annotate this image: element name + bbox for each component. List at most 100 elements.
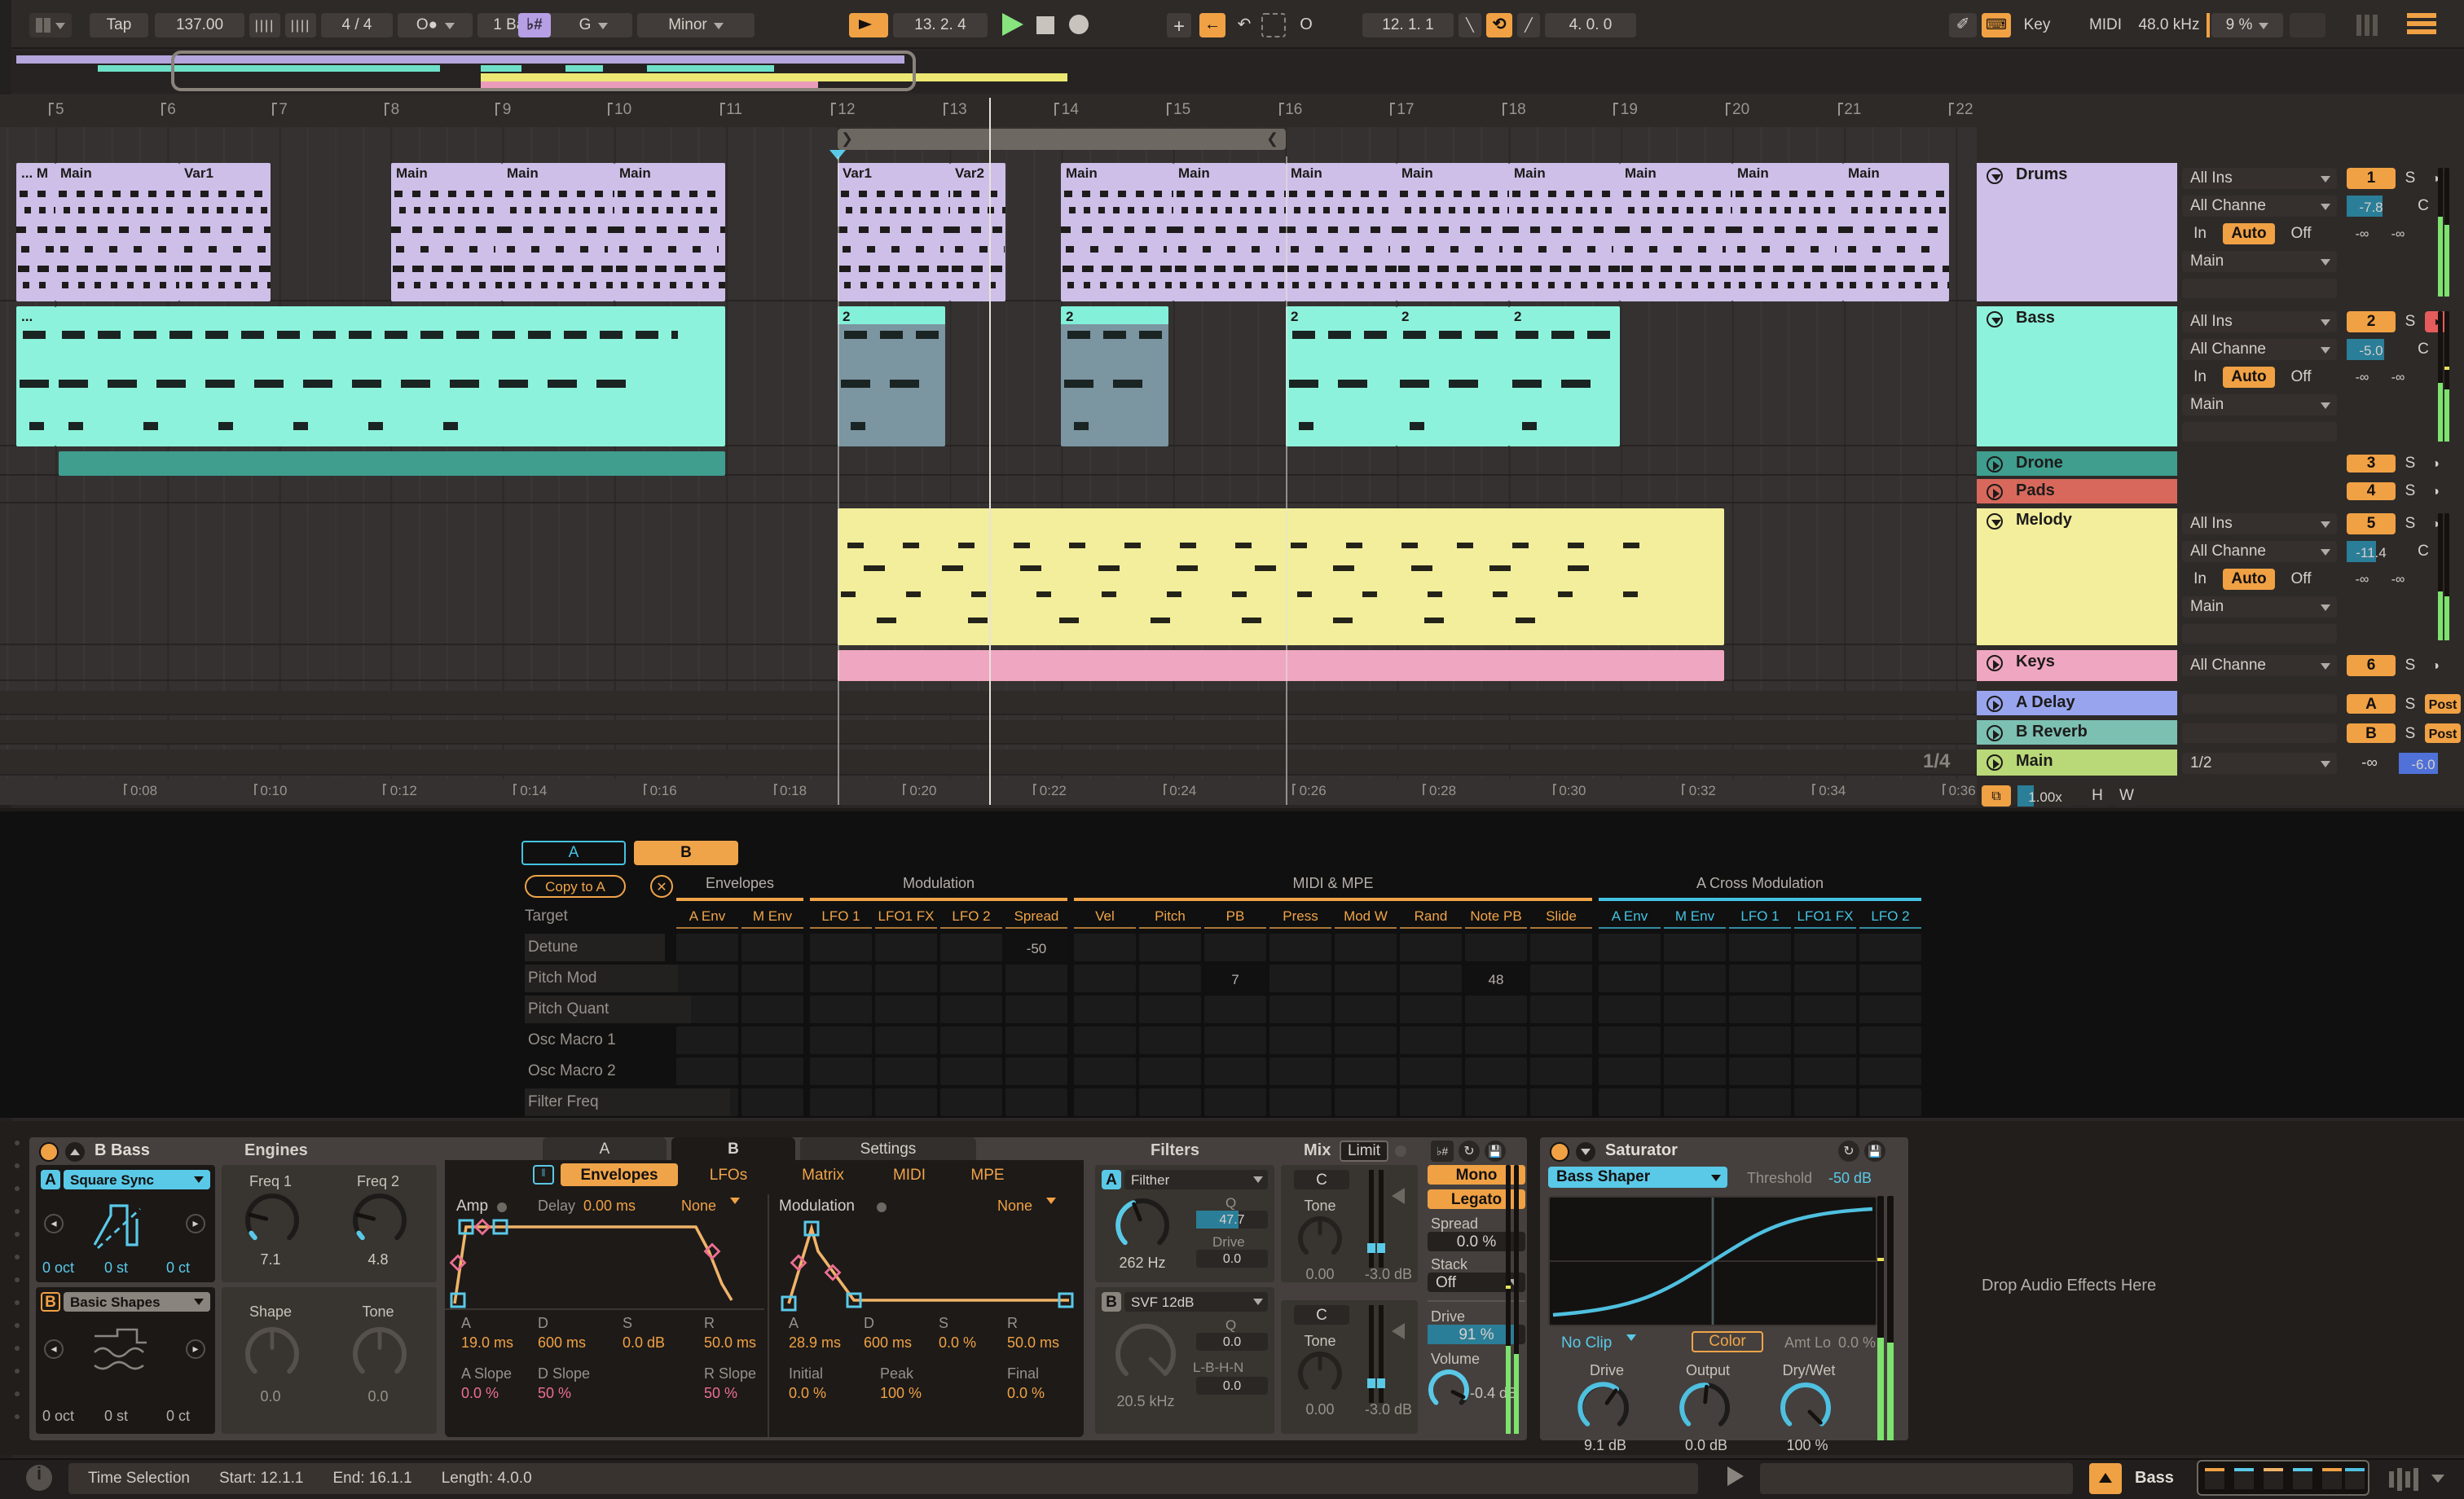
clip-drums[interactable]: Main xyxy=(1061,163,1173,301)
mod-mode-menu[interactable]: None xyxy=(997,1198,1056,1214)
monitor-auto-button[interactable]: Auto xyxy=(2223,569,2275,590)
play-button[interactable] xyxy=(1002,13,1023,36)
input-routing-menu[interactable]: All Ins xyxy=(2182,513,2337,534)
loop-start-display[interactable]: 12. 1. 1 xyxy=(1362,13,1454,37)
matrix-cell[interactable] xyxy=(1400,965,1462,992)
return-routing-box[interactable] xyxy=(2182,723,2337,743)
subtab-matrix[interactable]: Matrix xyxy=(782,1163,864,1186)
color-button[interactable]: Color xyxy=(1692,1331,1763,1352)
matrix-cell[interactable] xyxy=(1530,1057,1592,1085)
matrix-cell[interactable] xyxy=(1005,965,1067,992)
clip-drums[interactable]: Main xyxy=(1843,163,1949,301)
arm-button[interactable]: ◑ xyxy=(2425,655,2446,676)
track-header-melody[interactable]: Melody xyxy=(1977,508,2177,645)
matrix-cell[interactable] xyxy=(1269,965,1331,992)
tempo-display[interactable]: 137.00 xyxy=(155,13,244,37)
matrix-cell[interactable] xyxy=(1599,1026,1661,1054)
matrix-cell[interactable] xyxy=(875,934,937,961)
main-out-menu[interactable]: 1/2 xyxy=(2182,753,2337,774)
hot-swap-icon[interactable]: ↻ xyxy=(1459,1141,1480,1162)
clip-drums[interactable]: Main xyxy=(1286,163,1397,301)
matrix-cell[interactable] xyxy=(1204,996,1266,1023)
track-number-arm[interactable]: 4 xyxy=(2347,482,2396,500)
bass-tab-a[interactable]: A xyxy=(543,1137,667,1160)
mix-a-pan-box[interactable]: C xyxy=(1294,1170,1349,1189)
freq1-value[interactable]: 7.1 xyxy=(238,1251,303,1268)
matrix-cell[interactable] xyxy=(1335,1057,1397,1085)
stack-menu[interactable]: Off xyxy=(1428,1273,1525,1292)
matrix-cell[interactable] xyxy=(1465,1088,1527,1116)
track-number-arm[interactable]: 2 xyxy=(2347,311,2396,332)
engine-b-next-icon[interactable]: ▸ xyxy=(186,1339,205,1359)
matrix-cell[interactable] xyxy=(1599,934,1661,961)
matrix-cell[interactable] xyxy=(1530,934,1592,961)
engine-a-ct[interactable]: 0 ct xyxy=(166,1259,190,1276)
solo-button[interactable]: S xyxy=(2400,482,2420,500)
matrix-col-header[interactable]: Mod W xyxy=(1335,908,1397,924)
fold-icon[interactable] xyxy=(1987,754,2003,771)
monitor-in-button[interactable]: In xyxy=(2182,367,2218,388)
matrix-cell[interactable] xyxy=(1204,934,1266,961)
matrix-col-header[interactable]: A Env xyxy=(1599,908,1661,924)
device-activator-led[interactable] xyxy=(39,1142,59,1162)
mod-adsr-value[interactable]: 0.0 % xyxy=(939,1334,976,1351)
amt-lo-value[interactable]: 0.0 % xyxy=(1838,1334,1876,1351)
matrix-cell[interactable] xyxy=(940,996,1002,1023)
matrix-cell[interactable] xyxy=(940,934,1002,961)
limit-button[interactable]: Limit xyxy=(1340,1141,1388,1162)
cpu-meter[interactable]: 9 % xyxy=(2211,13,2283,37)
send-b-box[interactable]: -∞ xyxy=(2383,569,2413,590)
matrix-cell[interactable] xyxy=(1729,1057,1791,1085)
monitor-in-button[interactable]: In xyxy=(2182,223,2218,244)
engine-a-menu[interactable]: Square Sync xyxy=(64,1170,210,1189)
matrix-col-header[interactable]: PB xyxy=(1204,908,1266,924)
matrix-cell[interactable] xyxy=(1599,1057,1661,1085)
matrix-cell[interactable] xyxy=(1599,996,1661,1023)
device-collapse-button[interactable] xyxy=(65,1142,85,1162)
track-header-main[interactable]: Main xyxy=(1977,750,2177,776)
matrix-cell[interactable] xyxy=(1400,1057,1462,1085)
mod-lvl-value[interactable]: 0.0 % xyxy=(1007,1385,1045,1401)
matrix-col-header[interactable]: LFO 1 xyxy=(810,908,872,924)
matrix-cell[interactable] xyxy=(1599,965,1661,992)
volume-box[interactable]: -7.8 xyxy=(2347,196,2396,217)
device-chain-preview[interactable] xyxy=(2197,1460,2369,1496)
key-root-menu[interactable]: G xyxy=(554,13,632,37)
capture-button[interactable]: O xyxy=(1294,13,1318,37)
mix-b-fader-handle[interactable] xyxy=(1367,1378,1375,1388)
matrix-col-header[interactable]: LFO1 FX xyxy=(1794,908,1856,924)
matrix-row-label[interactable]: Osc Macro 1 xyxy=(525,1026,704,1054)
matrix-col-header[interactable]: LFO 2 xyxy=(940,908,1002,924)
matrix-cell[interactable] xyxy=(875,965,937,992)
solo-button[interactable]: S xyxy=(2400,655,2420,676)
mix-b-fader-handle2[interactable] xyxy=(1377,1378,1385,1388)
matrix-cell[interactable] xyxy=(1664,1088,1726,1116)
monitor-off-button[interactable]: Off xyxy=(2280,223,2322,244)
amp-slope-value[interactable]: 0.0 % xyxy=(461,1385,499,1401)
amp-envelope-graph[interactable] xyxy=(449,1218,761,1308)
scale-menu[interactable]: Minor xyxy=(637,13,755,37)
filter-b-letter[interactable]: B xyxy=(1102,1292,1121,1312)
menu-icon[interactable] xyxy=(2407,13,2436,37)
filter-a-letter[interactable]: A xyxy=(1102,1170,1121,1189)
track-header-b-reverb[interactable]: B Reverb xyxy=(1977,720,2177,745)
legato-button[interactable]: Legato xyxy=(1428,1189,1525,1209)
track-header-a-delay[interactable]: A Delay xyxy=(1977,691,2177,715)
matrix-cell[interactable] xyxy=(1139,1088,1201,1116)
solo-button[interactable]: S xyxy=(2400,694,2420,714)
matrix-cell[interactable] xyxy=(1139,1057,1201,1085)
send-a-box[interactable]: -∞ xyxy=(2347,569,2378,590)
loop-button[interactable]: ⟲ xyxy=(1486,13,1512,37)
matrix-cell[interactable] xyxy=(810,1057,872,1085)
clip-melody[interactable] xyxy=(838,508,1724,645)
matrix-cell[interactable] xyxy=(741,1057,803,1085)
matrix-cell[interactable] xyxy=(1335,1026,1397,1054)
matrix-col-header[interactable]: Note PB xyxy=(1465,908,1527,924)
matrix-cell[interactable] xyxy=(1074,1088,1136,1116)
matrix-cell[interactable] xyxy=(940,1088,1002,1116)
matrix-cell[interactable] xyxy=(1139,965,1201,992)
matrix-cell[interactable] xyxy=(1530,1088,1592,1116)
solo-button[interactable]: S xyxy=(2400,168,2420,189)
fold-height-button[interactable]: H xyxy=(2086,785,2109,807)
arm-button[interactable]: ◑ xyxy=(2425,513,2446,534)
